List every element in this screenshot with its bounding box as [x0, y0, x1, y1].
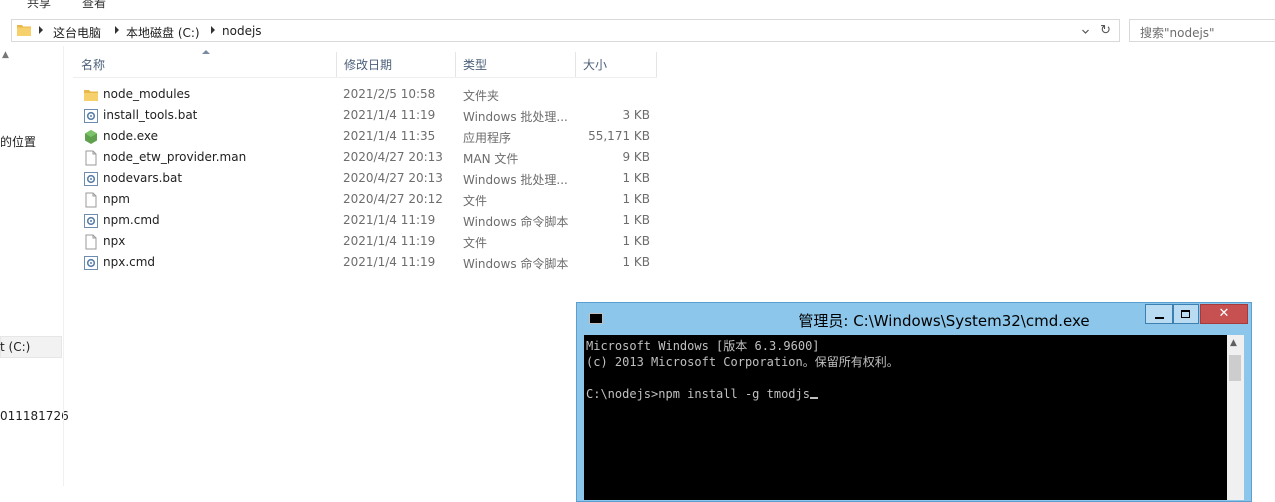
file-name: install_tools.bat	[103, 108, 198, 122]
batch-file-icon	[83, 255, 99, 271]
batch-file-icon	[83, 213, 99, 229]
file-type: Windows 批处理...	[463, 173, 568, 187]
breadcrumb-local-disk[interactable]: 本地磁盘 (C:)	[126, 24, 200, 41]
file-type: Windows 命令脚本	[463, 257, 569, 271]
file-name: npm	[103, 192, 130, 206]
file-type: 文件	[463, 236, 488, 250]
file-type: Windows 命令脚本	[463, 215, 569, 229]
ribbon-tab-share[interactable]: 共享	[27, 0, 51, 11]
file-name: npx.cmd	[103, 255, 156, 269]
file-name: node_etw_provider.man	[103, 150, 247, 164]
column-header-size[interactable]: 大小	[576, 52, 657, 77]
file-name: npx	[103, 234, 126, 248]
file-name: nodevars.bat	[103, 171, 183, 185]
nodejs-icon	[83, 129, 99, 145]
chevron-down-icon[interactable]	[1082, 28, 1089, 35]
address-bar[interactable]: 这台电脑 本地磁盘 (C:) nodejs ↻	[11, 19, 1120, 42]
file-size: 9 KB	[622, 150, 650, 164]
ribbon-tab-view[interactable]: 查看	[82, 0, 106, 11]
file-name: npm.cmd	[103, 213, 160, 227]
cmd-window[interactable]: 管理员: C:\Windows\System32\cmd.exe ✕ Micro…	[576, 302, 1252, 502]
nav-item-drive[interactable]: t (C:)	[0, 340, 30, 354]
close-icon: ✕	[1218, 306, 1230, 321]
nav-item-number[interactable]: 011181726	[0, 409, 69, 423]
pane-divider	[63, 46, 64, 486]
cmd-titlebar[interactable]: 管理员: C:\Windows\System32\cmd.exe ✕	[577, 303, 1251, 333]
console-line: Microsoft Windows [版本 6.3.9600]	[586, 339, 820, 353]
file-date: 2021/1/4 11:19	[343, 213, 436, 227]
file-row[interactable]: npx.cmd 2021/1/4 11:19 Windows 命令脚本 1 KB	[78, 252, 658, 273]
file-icon	[83, 150, 99, 166]
file-row[interactable]: nodevars.bat 2020/4/27 20:13 Windows 批处理..…	[78, 168, 658, 189]
console-output[interactable]: Microsoft Windows [版本 6.3.9600] (c) 2013…	[584, 335, 1227, 500]
breadcrumb-nodejs[interactable]: nodejs	[222, 24, 262, 38]
nav-scroll-up-icon[interactable]: ▲	[2, 50, 9, 60]
file-date: 2020/4/27 20:12	[343, 192, 443, 206]
search-input[interactable]: 搜索"nodejs"	[1129, 19, 1275, 42]
nav-item-location[interactable]: 的位置	[0, 133, 36, 150]
file-size: 55,171 KB	[588, 129, 650, 143]
maximize-icon	[1181, 310, 1190, 318]
console-prompt-line: C:\nodejs>npm install -g tmodjs	[586, 387, 810, 401]
file-date: 2020/4/27 20:13	[343, 150, 443, 164]
file-date: 2021/1/4 11:19	[343, 108, 436, 122]
file-name: node.exe	[103, 129, 159, 143]
file-type: 应用程序	[463, 131, 512, 145]
folder-icon	[83, 87, 99, 103]
file-type: MAN 文件	[463, 152, 519, 166]
file-row[interactable]: npm 2020/4/27 20:12 文件 1 KB	[78, 189, 658, 210]
file-size: 3 KB	[622, 108, 650, 122]
file-size: 1 KB	[622, 192, 650, 206]
search-placeholder: 搜索"nodejs"	[1140, 26, 1215, 40]
file-size: 1 KB	[622, 213, 650, 227]
ribbon-tabs: 共享 查看	[0, 0, 1275, 10]
console-scrollbar[interactable]: ▲	[1227, 335, 1244, 500]
console-line: (c) 2013 Microsoft Corporation。保留所有权利。	[586, 355, 899, 369]
breadcrumb-separator-icon	[211, 26, 215, 34]
file-date: 2020/4/27 20:13	[343, 171, 443, 185]
file-row[interactable]: node_etw_provider.man 2020/4/27 20:13 MAN …	[78, 147, 658, 168]
scrollbar-thumb[interactable]	[1229, 355, 1241, 381]
breadcrumb-separator-icon	[39, 26, 43, 34]
file-row[interactable]: npx 2021/1/4 11:19 文件 1 KB	[78, 231, 658, 252]
file-size: 1 KB	[622, 171, 650, 185]
file-row[interactable]: node.exe 2021/1/4 11:35 应用程序 55,171 KB	[78, 126, 658, 147]
file-date: 2021/1/4 11:35	[343, 129, 436, 143]
batch-file-icon	[83, 108, 99, 124]
file-size: 1 KB	[622, 255, 650, 269]
minimize-button[interactable]	[1145, 304, 1173, 324]
file-date: 2021/2/5 10:58	[343, 87, 436, 101]
text-cursor	[809, 397, 818, 399]
breadcrumb-this-pc[interactable]: 这台电脑	[53, 24, 101, 41]
folder-icon	[17, 25, 31, 36]
column-header-type[interactable]: 类型	[456, 52, 576, 77]
file-name: node_modules	[103, 87, 191, 101]
maximize-button[interactable]	[1173, 304, 1199, 324]
minimize-icon	[1155, 317, 1164, 319]
refresh-icon[interactable]: ↻	[1100, 23, 1111, 38]
file-row[interactable]: node_modules 2021/2/5 10:58 文件夹	[78, 84, 658, 105]
close-button[interactable]: ✕	[1200, 304, 1248, 324]
file-size: 1 KB	[622, 234, 650, 248]
file-type: Windows 批处理...	[463, 110, 568, 124]
file-type: 文件夹	[463, 89, 500, 103]
scroll-up-icon[interactable]: ▲	[1230, 338, 1237, 348]
batch-file-icon	[83, 171, 99, 187]
file-row[interactable]: install_tools.bat 2021/1/4 11:19 Windows 批…	[78, 105, 658, 126]
breadcrumb-separator-icon	[115, 26, 119, 34]
column-header-date[interactable]: 修改日期	[337, 52, 456, 77]
file-date: 2021/1/4 11:19	[343, 234, 436, 248]
file-row[interactable]: npm.cmd 2021/1/4 11:19 Windows 命令脚本 1 KB	[78, 210, 658, 231]
header-divider	[73, 77, 657, 78]
file-icon	[83, 234, 99, 250]
column-header-name[interactable]: 名称	[74, 52, 337, 77]
file-date: 2021/1/4 11:19	[343, 255, 436, 269]
file-icon	[83, 192, 99, 208]
file-type: 文件	[463, 194, 488, 208]
